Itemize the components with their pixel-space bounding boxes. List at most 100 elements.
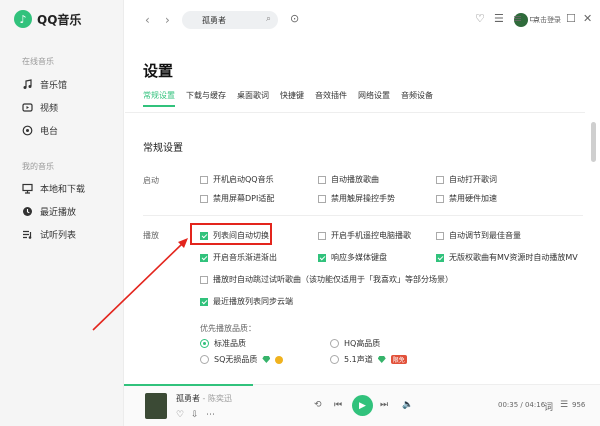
sidebar-item-music-hall[interactable]: 音乐馆 (22, 78, 67, 91)
sidebar-item-radio[interactable]: 电台 (22, 124, 58, 137)
option-phone-remote[interactable]: 开启手机遥控电脑播歌 (318, 230, 411, 241)
quality-label: 优先播放品质： (200, 324, 256, 333)
checkbox[interactable] (200, 275, 208, 284)
checkbox[interactable] (318, 231, 326, 240)
search-icon[interactable]: ⌕ (266, 14, 271, 24)
video-icon (22, 102, 33, 113)
like-icon[interactable]: ♡ (176, 410, 184, 420)
radio-selected[interactable] (200, 339, 209, 348)
option-disable-touch[interactable]: 禁用触屏操控手势 (318, 193, 395, 204)
computer-icon (22, 183, 33, 194)
quality-hq[interactable]: HQ高品质 (330, 338, 380, 349)
volume-icon[interactable]: 🔈 (402, 400, 413, 410)
song-artist[interactable]: 陈奕迅 (208, 394, 232, 403)
option-media-keys[interactable]: 响应多媒体键盘 (318, 252, 387, 263)
option-skip-trial[interactable]: 播放时自动跳过试听歌曲（该功能仅适用于「我喜欢」等部分场景） (200, 274, 453, 285)
maximize-icon[interactable]: ☐ (566, 12, 576, 25)
option-label: 自动调节到最佳音量 (449, 231, 521, 240)
progress-bar[interactable] (124, 384, 253, 386)
option-label: 自动播放歌曲 (331, 175, 379, 184)
option-label: 禁用触屏操控手势 (331, 194, 395, 203)
vip-diamond-icon (262, 356, 271, 363)
app-logo[interactable]: ♪ QQ音乐 (14, 10, 81, 28)
song-info: 孤勇者 - 陈奕迅 (176, 394, 232, 403)
download-icon[interactable]: ⇩ (191, 410, 199, 420)
sidebar-item-label: 最近播放 (40, 208, 77, 218)
checkbox[interactable] (436, 194, 444, 203)
checkbox[interactable] (200, 175, 208, 184)
voice-search-icon[interactable]: ⊙ (290, 12, 299, 25)
option-label: 开机启动QQ音乐 (213, 175, 274, 184)
tab-download-cache[interactable]: 下载与缓存 (186, 90, 226, 101)
option-fade[interactable]: 开启音乐渐进渐出 (200, 252, 277, 263)
option-disable-dpi[interactable]: 禁用屏幕DPI适配 (200, 193, 274, 204)
section-title: 常规设置 (143, 143, 183, 154)
mini-mode-icon[interactable]: ▭ (529, 12, 539, 25)
radio[interactable] (330, 355, 339, 364)
sidebar-item-recent[interactable]: 最近播放 (22, 205, 76, 218)
option-auto-volume[interactable]: 自动调节到最佳音量 (436, 230, 521, 241)
playlist-icon[interactable]: ☰ (560, 400, 568, 410)
annotation-highlight-box (190, 223, 272, 245)
checkbox-checked[interactable] (436, 253, 444, 262)
album-cover[interactable] (145, 393, 167, 419)
quality-standard[interactable]: 标准品质 (200, 338, 246, 349)
scrollbar[interactable] (591, 122, 596, 162)
checkbox[interactable] (318, 175, 326, 184)
checkbox[interactable] (318, 194, 326, 203)
song-title[interactable]: 孤勇者 (176, 394, 200, 403)
search-input[interactable]: 孤勇者 ⌕ (182, 11, 278, 29)
quality-sq[interactable]: SQ无损品质 (200, 354, 284, 365)
option-auto-mv[interactable]: 无版权歌曲有MV资源时自动播放MV (436, 252, 578, 263)
tab-network[interactable]: 网络设置 (358, 90, 390, 101)
menu-icon[interactable]: ≡ (513, 12, 522, 25)
lyrics-icon[interactable]: 词 (544, 400, 553, 413)
option-label: 无版权歌曲有MV资源时自动播放MV (449, 253, 578, 262)
topbar: ‹ › 孤勇者 ⌕ ⊙ 点击登录 ♡ ☰ ≡ ▭ – ☐ ✕ (125, 0, 600, 40)
vip-diamond-icon (377, 356, 386, 363)
checkbox-checked[interactable] (318, 253, 326, 262)
option-disable-hw-accel[interactable]: 禁用硬件加速 (436, 193, 497, 204)
option-label: 禁用硬件加速 (449, 194, 497, 203)
option-auto-play[interactable]: 自动播放歌曲 (318, 174, 379, 185)
radio[interactable] (200, 355, 209, 364)
tab-sound-effects[interactable]: 音效插件 (315, 90, 347, 101)
forward-arrow-icon[interactable]: › (165, 13, 170, 27)
settings-icon[interactable]: ☰ (494, 12, 504, 25)
quality-5-1[interactable]: 5.1声道 限免 (330, 354, 407, 365)
option-auto-start[interactable]: 开机启动QQ音乐 (200, 174, 274, 185)
sidebar-section-my-music: 我的音乐 (22, 162, 54, 171)
checkbox-checked[interactable] (200, 297, 208, 306)
theme-icon[interactable]: ♡ (475, 12, 485, 25)
option-sync-recent[interactable]: 最近播放列表同步云端 (200, 296, 293, 307)
option-label: 标准品质 (214, 339, 246, 348)
option-label: 禁用屏幕DPI适配 (213, 194, 275, 203)
back-arrow-icon[interactable]: ‹ (145, 13, 150, 27)
checkbox-checked[interactable] (200, 253, 208, 262)
clock-icon (22, 206, 33, 217)
sidebar-item-trial-list[interactable]: 试听列表 (22, 228, 76, 241)
play-button[interactable]: ▶ (352, 395, 373, 416)
tab-general[interactable]: 常规设置 (143, 90, 175, 107)
playback-time: 00:35 / 04:16 (498, 401, 546, 409)
checkbox[interactable] (200, 194, 208, 203)
sidebar-item-local-download[interactable]: 本地和下载 (22, 182, 85, 195)
checkbox[interactable] (436, 175, 444, 184)
close-icon[interactable]: ✕ (583, 12, 592, 25)
tab-audio-device[interactable]: 音频设备 (401, 90, 433, 101)
tab-desktop-lyrics[interactable]: 桌面歌词 (237, 90, 269, 101)
option-label: 5.1声道 (344, 355, 373, 364)
option-label: 播放时自动跳过试听歌曲（该功能仅适用于「我喜欢」等部分场景） (213, 275, 453, 284)
checkbox[interactable] (436, 231, 444, 240)
option-label: HQ高品质 (344, 339, 381, 348)
radio[interactable] (330, 339, 339, 348)
previous-icon[interactable]: ⏮ (334, 400, 342, 410)
tab-shortcuts[interactable]: 快捷键 (280, 90, 304, 101)
repeat-icon[interactable]: ⟲ (314, 400, 322, 410)
sidebar-item-label: 电台 (40, 127, 59, 137)
next-icon[interactable]: ⏭ (380, 400, 388, 410)
option-auto-lyrics[interactable]: 自动打开歌词 (436, 174, 497, 185)
more-icon[interactable]: ⋯ (206, 410, 215, 420)
minimize-icon[interactable]: – (550, 12, 556, 25)
sidebar-item-video[interactable]: 视频 (22, 101, 58, 114)
